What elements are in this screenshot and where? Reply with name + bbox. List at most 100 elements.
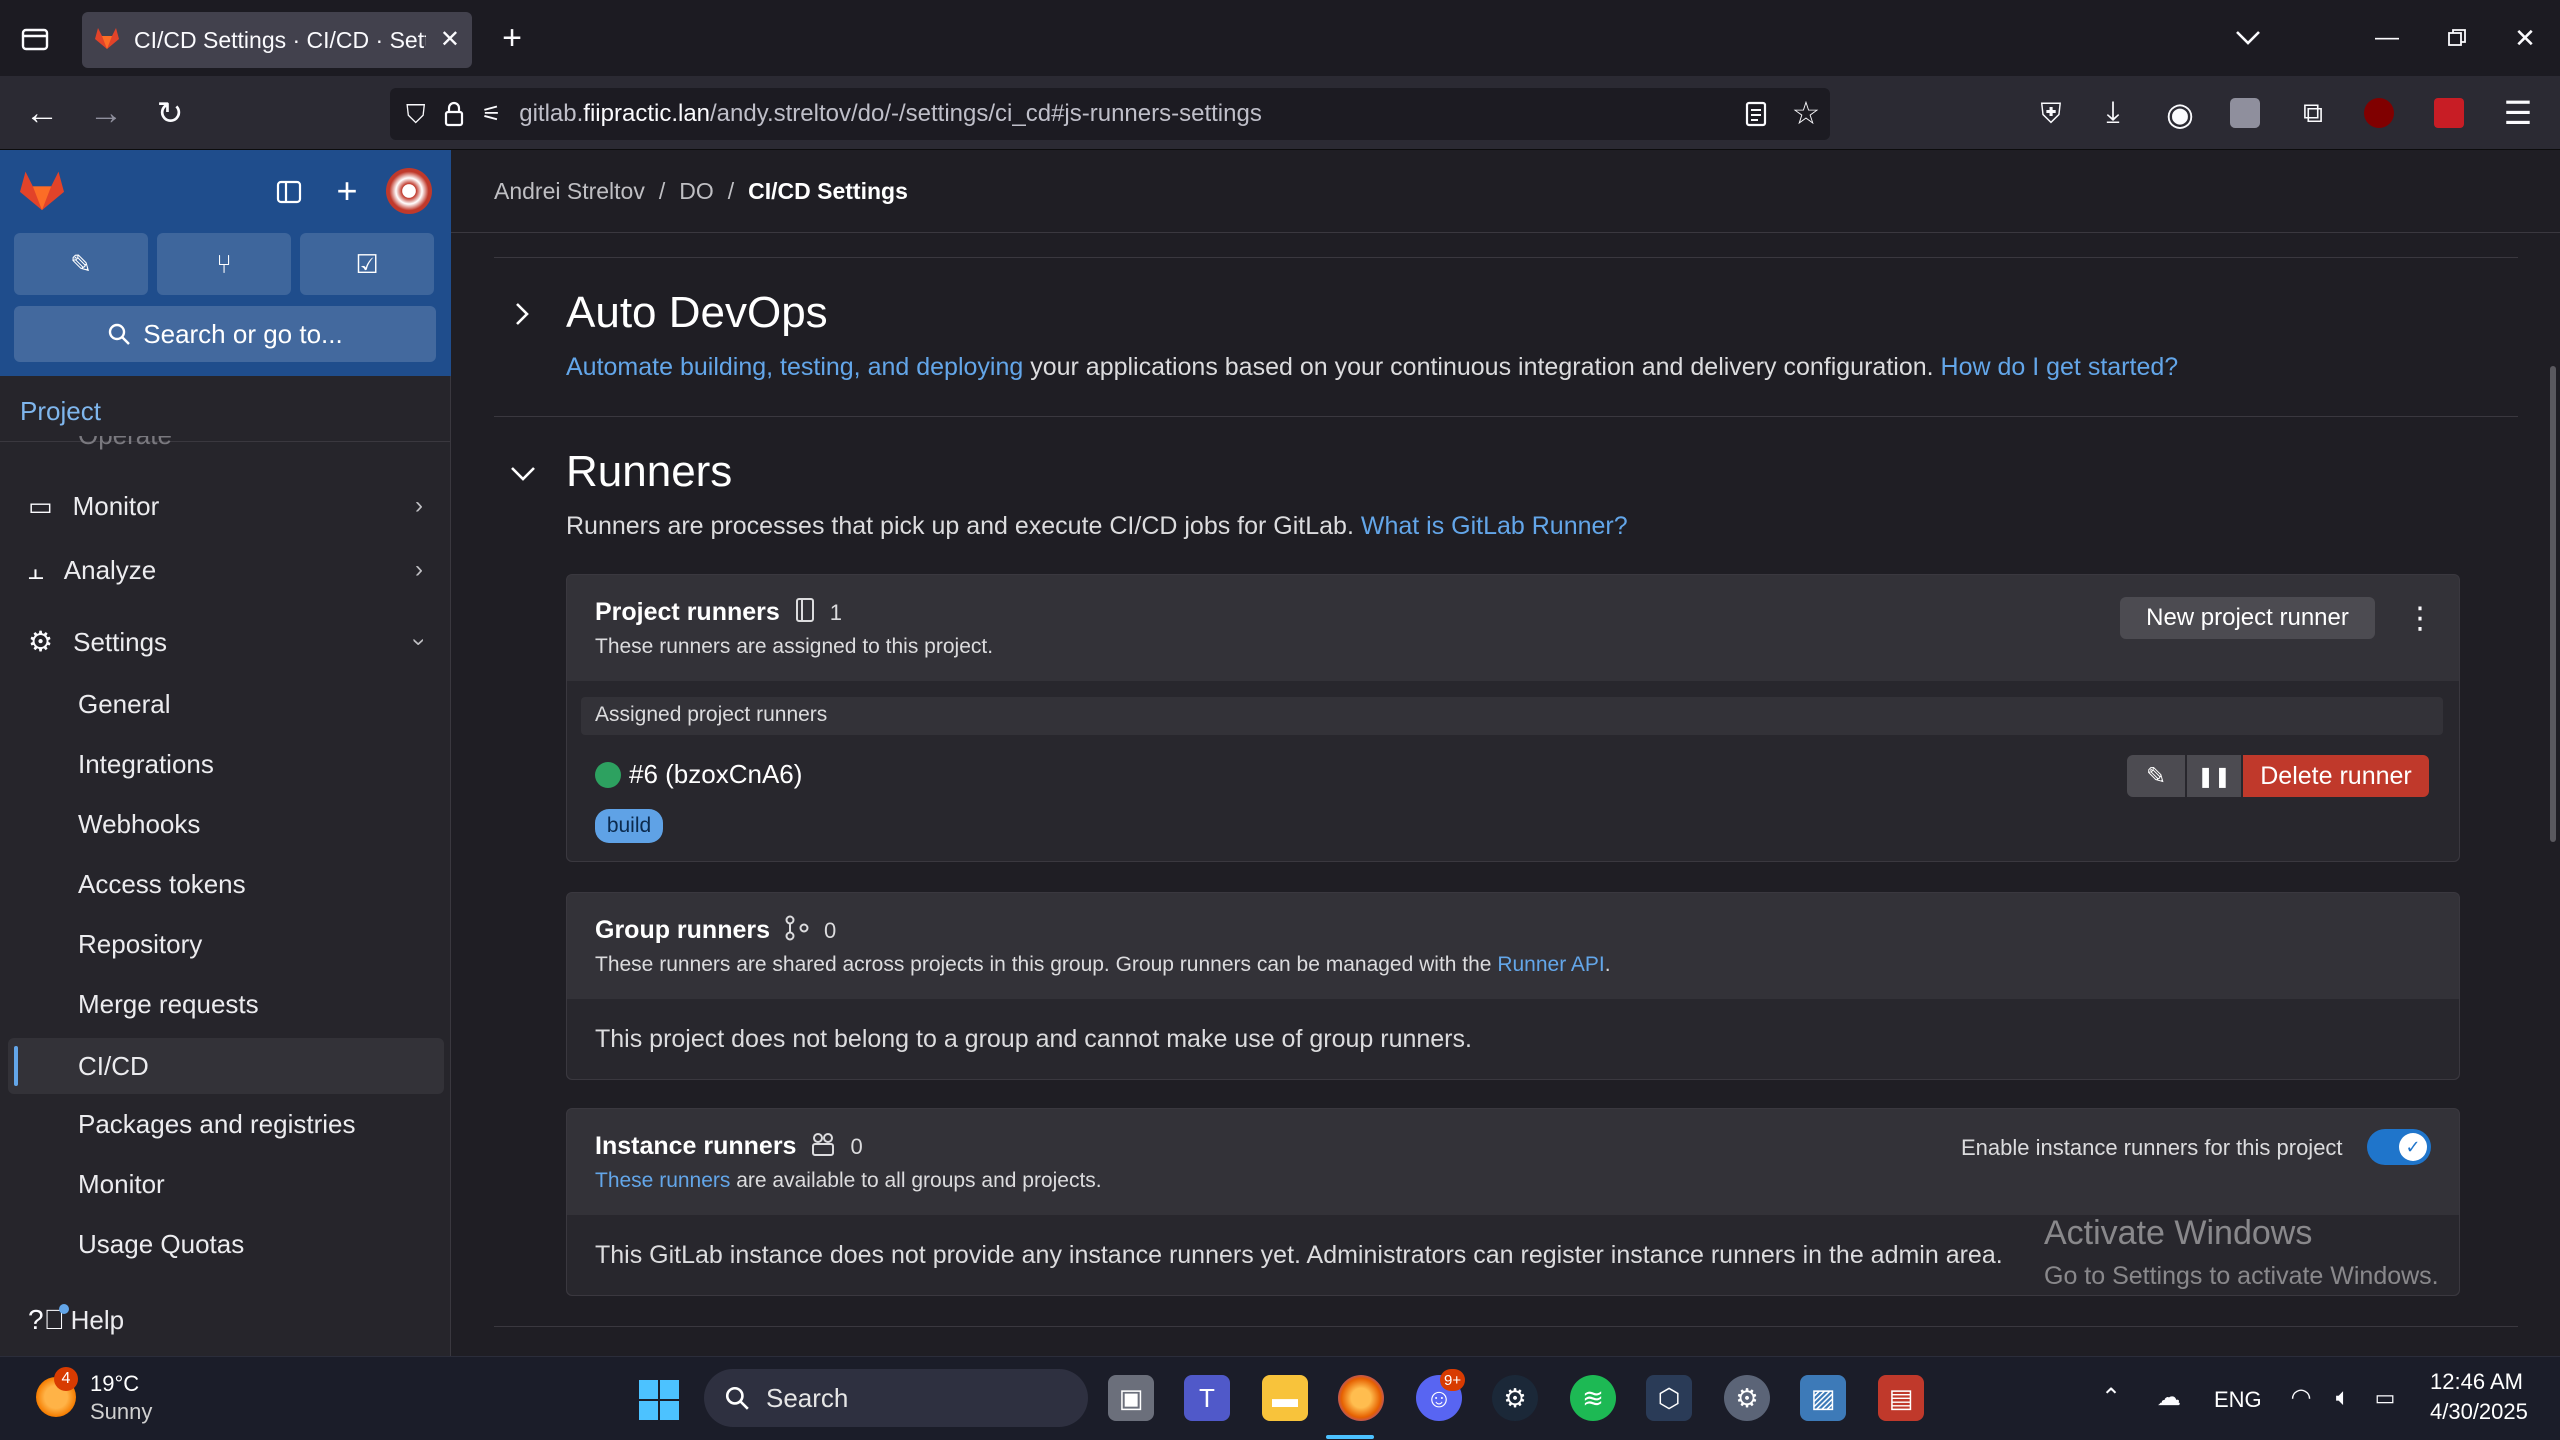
pocket-icon[interactable]: ⛨ — [2034, 98, 2068, 130]
collapse-chevron-icon[interactable] — [506, 458, 540, 490]
tray-chevron-up-icon[interactable]: ⌃ — [2096, 1383, 2126, 1413]
teams-icon[interactable]: T — [1184, 1375, 1230, 1421]
sidebar-sub-packages-registries[interactable]: Packages and registries — [8, 1096, 444, 1152]
photos-icon[interactable]: ▨ — [1800, 1375, 1846, 1421]
extensions-puzzle-icon[interactable]: ⧉ — [2296, 96, 2330, 130]
browser-tab-active[interactable]: CI/CD Settings · CI/CD · Settings ✕ — [82, 12, 472, 68]
sidebar-sub-merge-requests[interactable]: Merge requests — [8, 976, 444, 1032]
minimize-icon[interactable]: — — [2370, 22, 2404, 54]
virtualbox-icon[interactable]: ⬡ — [1646, 1375, 1692, 1421]
more-actions-icon[interactable]: ⋮ — [2405, 599, 2435, 639]
reader-view-icon[interactable] — [1740, 98, 1772, 130]
taskbar-search[interactable]: Search — [704, 1369, 1088, 1427]
project-runners-count: 1 — [829, 599, 843, 625]
new-tab-icon[interactable]: + — [494, 20, 530, 56]
tab-overflow-chevron-icon[interactable] — [2230, 22, 2266, 54]
these-runners-link[interactable]: These runners — [595, 1169, 730, 1192]
new-project-runner-button[interactable]: New project runner — [2120, 597, 2375, 639]
sidebar-sub-cicd[interactable]: CI/CD — [8, 1038, 444, 1094]
tab-list-icon[interactable] — [18, 24, 52, 54]
account-icon[interactable]: ◉ — [2162, 96, 2198, 132]
gear-icon: ⚙ — [28, 626, 54, 657]
address-bar[interactable]: ⛉ ⚟ gitlab.fiipractic.lan/andy.streltov/… — [390, 88, 1830, 140]
get-started-link[interactable]: How do I get started? — [1941, 353, 2179, 381]
toggle-check-icon: ✓ — [2399, 1133, 2427, 1161]
sidebar-item-operate[interactable]: Operate — [0, 436, 451, 460]
expand-chevron-icon[interactable] — [506, 296, 538, 332]
sidebar-sub-general[interactable]: General — [8, 676, 444, 732]
language-indicator[interactable]: ENG — [2214, 1387, 2262, 1413]
sidebar-sub-monitor[interactable]: Monitor — [8, 1156, 444, 1212]
spotify-icon[interactable]: ≋ — [1570, 1375, 1616, 1421]
url-text[interactable]: gitlab.fiipractic.lan/andy.streltov/do/-… — [519, 100, 1262, 128]
user-avatar[interactable] — [386, 168, 432, 214]
sidebar-item-monitor[interactable]: ▭ Monitor › — [0, 478, 451, 534]
page-scrollbar[interactable] — [2550, 366, 2556, 842]
project-runners-card: Project runners 1 These runners are assi… — [566, 574, 2460, 862]
sidebar-item-analyze[interactable]: ⫠ Analyze › — [0, 542, 451, 598]
bookmark-star-icon[interactable]: ☆ — [1788, 96, 1824, 130]
sidebar-sub-webhooks[interactable]: Webhooks — [8, 796, 444, 852]
clock-time[interactable]: 12:46 AM — [2430, 1369, 2523, 1395]
weather-temp[interactable]: 19°C — [90, 1371, 139, 1397]
search-icon — [725, 1386, 749, 1410]
settings-gear-icon[interactable]: ⚙ — [1724, 1375, 1770, 1421]
extension-icon[interactable] — [2230, 98, 2260, 128]
task-view-icon[interactable]: ▣ — [1108, 1375, 1154, 1421]
forward-arrow-icon[interactable]: → — [86, 96, 126, 130]
runner-name-link[interactable]: #6 (bzoxCnA6) — [629, 759, 802, 790]
pause-runner-button[interactable]: ❚❚ — [2187, 755, 2241, 797]
sidebar-sub-usage-quotas[interactable]: Usage Quotas — [8, 1216, 444, 1272]
gitlab-logo-icon[interactable] — [18, 168, 66, 217]
search-label: Search or go to... — [143, 318, 343, 349]
toggle-sidebar-icon[interactable] — [272, 176, 306, 208]
firefox-icon[interactable] — [1338, 1375, 1384, 1421]
close-window-icon[interactable]: ✕ — [2508, 22, 2542, 54]
sidebar-sub-repository[interactable]: Repository — [8, 916, 444, 972]
delete-runner-button[interactable]: Delete runner — [2243, 755, 2429, 797]
terminal-app-icon[interactable]: ▤ — [1878, 1375, 1924, 1421]
help-icon: ?⃝ — [28, 1304, 69, 1334]
extension-red-icon[interactable] — [2434, 98, 2464, 128]
close-tab-icon[interactable]: ✕ — [440, 28, 460, 52]
battery-icon[interactable]: ▭ — [2370, 1383, 2400, 1413]
tab-title: CI/CD Settings · CI/CD · Settings — [134, 26, 426, 53]
breadcrumb-user[interactable]: Andrei Streltov — [494, 178, 645, 205]
download-icon[interactable]: ⤓ — [2096, 96, 2130, 130]
weather-desc[interactable]: Sunny — [90, 1399, 152, 1425]
sidebar-help[interactable]: ?⃝ Help — [0, 1292, 451, 1348]
wifi-icon[interactable]: ◠ — [2286, 1383, 2316, 1413]
auto-devops-title[interactable]: Auto DevOps — [566, 288, 828, 338]
reload-icon[interactable]: ↻ — [150, 96, 190, 130]
volume-icon[interactable]: 🔈︎ — [2328, 1383, 2358, 1413]
todos-button[interactable]: ☑ — [300, 233, 434, 295]
back-arrow-icon[interactable]: ← — [22, 96, 62, 130]
instance-runners-toggle[interactable]: ✓ — [2367, 1129, 2431, 1165]
issues-button[interactable]: ✎ — [14, 233, 148, 295]
edit-runner-button[interactable]: ✎ — [2127, 755, 2185, 797]
steam-icon[interactable]: ⚙ — [1492, 1375, 1538, 1421]
clock-date[interactable]: 4/30/2025 — [2430, 1399, 2528, 1425]
what-is-runner-link[interactable]: What is GitLab Runner? — [1361, 512, 1628, 540]
file-explorer-icon[interactable]: ▬ — [1262, 1375, 1308, 1421]
site-permissions-icon[interactable]: ⚟ — [482, 103, 502, 125]
search-button[interactable]: Search or go to... — [14, 306, 436, 362]
onedrive-icon[interactable]: ☁ — [2152, 1383, 2186, 1413]
pencil-icon: ✎ — [2145, 762, 2167, 790]
create-new-icon[interactable]: + — [330, 173, 364, 209]
sidebar-sub-integrations[interactable]: Integrations — [8, 736, 444, 792]
breadcrumb-project[interactable]: DO — [679, 178, 714, 205]
auto-devops-link[interactable]: Automate building, testing, and deployin… — [566, 353, 1023, 381]
sidebar-item-settings[interactable]: ⚙ Settings › — [0, 614, 451, 670]
sidebar-sub-access-tokens[interactable]: Access tokens — [8, 856, 444, 912]
restore-icon[interactable] — [2440, 22, 2474, 54]
start-windows-icon[interactable] — [638, 1379, 680, 1426]
runner-api-link[interactable]: Runner API — [1497, 953, 1604, 976]
merge-requests-button[interactable]: ⑂ — [157, 233, 291, 295]
lock-icon[interactable] — [444, 101, 464, 127]
pause-icon: ❚❚ — [2197, 765, 2231, 788]
menu-hamburger-icon[interactable]: ☰ — [2500, 96, 2536, 130]
runners-title[interactable]: Runners — [566, 447, 732, 497]
shield-icon[interactable]: ⛉ — [406, 101, 426, 127]
ublock-icon[interactable] — [2364, 98, 2394, 128]
